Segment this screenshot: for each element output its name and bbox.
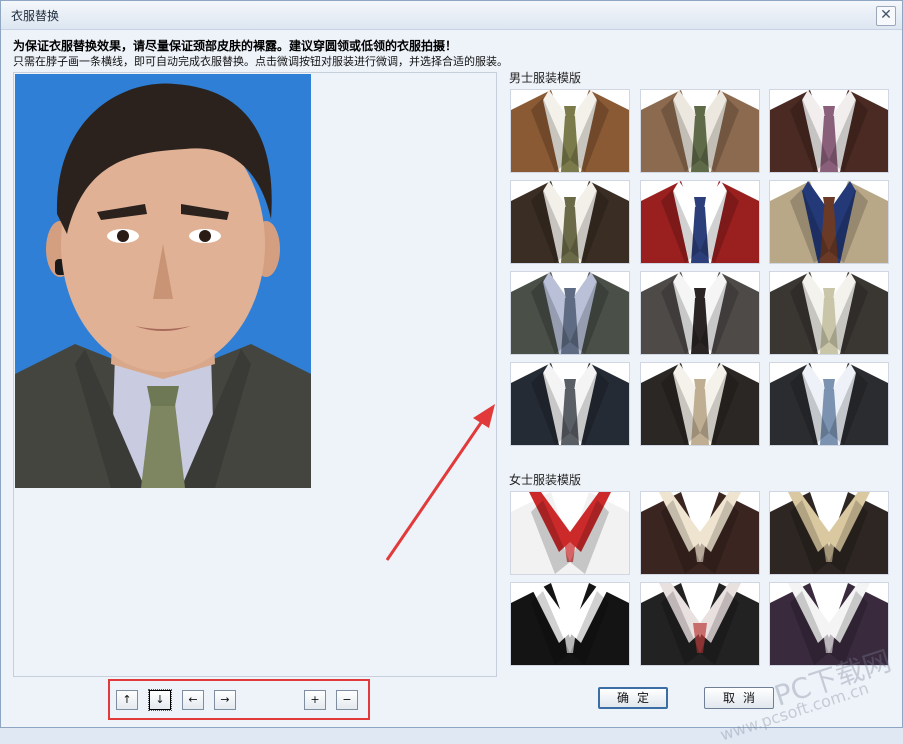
male-template-tile[interactable] [510, 89, 630, 173]
male-suit-image [770, 90, 888, 172]
male-suit-image [641, 272, 759, 354]
male-template-tile[interactable] [510, 362, 630, 446]
male-template-tile[interactable] [640, 271, 760, 355]
female-template-tile[interactable] [769, 491, 889, 575]
male-suit-image [770, 181, 888, 263]
instruction-hint: 只需在脖子画一条横线，即可自动完成衣服替换。点击微调按钮对服装进行微调，并选择合… [13, 55, 508, 68]
move-down-button[interactable]: ↓ [148, 689, 172, 711]
female-suit-image [641, 492, 759, 574]
male-template-tile[interactable] [510, 271, 630, 355]
male-template-tile[interactable] [769, 271, 889, 355]
red-arrow-annotation [385, 404, 495, 561]
move-left-button[interactable]: ← [182, 690, 204, 710]
male-template-tile[interactable] [510, 180, 630, 264]
female-template-tile[interactable] [640, 582, 760, 666]
adjust-controls-group: ↑ ↓ ← → + − [108, 679, 370, 720]
zoom-in-button[interactable]: + [304, 690, 326, 710]
title-bar: 衣服替换 ✕ [1, 1, 902, 30]
male-suit-image [770, 363, 888, 445]
male-template-tile[interactable] [769, 89, 889, 173]
male-suit-image [511, 181, 629, 263]
female-suit-image [511, 492, 629, 574]
male-template-tile[interactable] [640, 89, 760, 173]
ok-button[interactable]: 确定 [598, 687, 668, 709]
move-right-button[interactable]: → [214, 690, 236, 710]
portrait-photo[interactable] [15, 74, 311, 488]
male-suit-image [641, 363, 759, 445]
cancel-button[interactable]: 取消 [704, 687, 774, 709]
male-suit-image [511, 90, 629, 172]
male-suit-image [511, 363, 629, 445]
photo-preview-panel[interactable] [13, 72, 497, 677]
male-suit-image [641, 181, 759, 263]
female-suit-image [511, 583, 629, 665]
move-up-button[interactable]: ↑ [116, 690, 138, 710]
portrait-illustration [15, 74, 311, 488]
instruction-bold: 为保证衣服替换效果，请尽量保证颈部皮肤的裸露。建议穿圆领或低领的衣服拍摄！ [13, 39, 458, 53]
female-template-title: 女士服装模版 [509, 473, 582, 487]
female-template-tile[interactable] [640, 491, 760, 575]
close-icon[interactable]: ✕ [876, 6, 896, 26]
male-template-tile[interactable] [640, 180, 760, 264]
male-suit-image [511, 272, 629, 354]
male-suit-image [641, 90, 759, 172]
female-template-tile[interactable] [510, 491, 630, 575]
window-title: 衣服替换 [11, 9, 60, 23]
female-template-tile[interactable] [510, 582, 630, 666]
male-template-tile[interactable] [769, 362, 889, 446]
female-suit-image [641, 583, 759, 665]
male-template-title: 男士服装模版 [509, 71, 582, 85]
male-suit-image [770, 272, 888, 354]
zoom-out-button[interactable]: − [336, 690, 358, 710]
female-suit-image [770, 492, 888, 574]
clothes-replace-dialog: 衣服替换 ✕ 为保证衣服替换效果，请尽量保证颈部皮肤的裸露。建议穿圆领或低领的衣… [0, 0, 903, 744]
male-template-tile[interactable] [769, 180, 889, 264]
male-template-tile[interactable] [640, 362, 760, 446]
